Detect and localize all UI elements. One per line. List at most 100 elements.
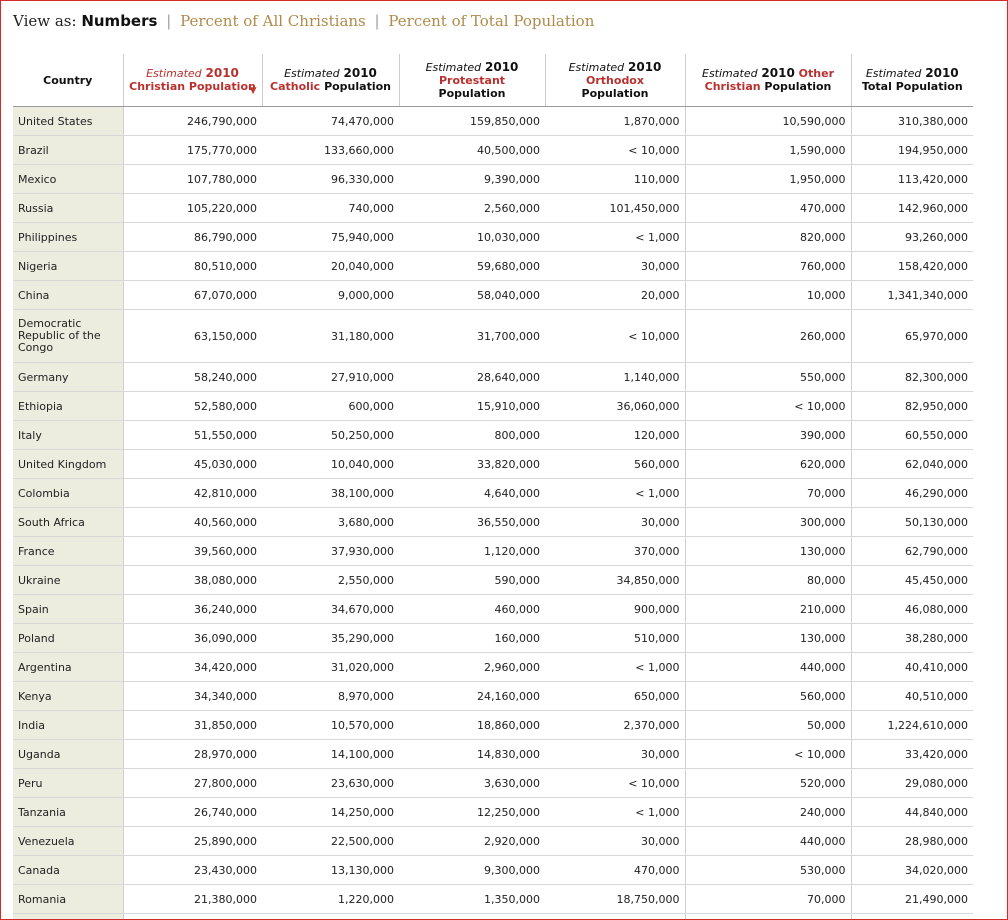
table-row: Poland 36,090,000 35,290,000 160,000 510,000… [13, 623, 973, 653]
cell-protestant: 10,030,000 [399, 222, 545, 252]
cell-catholic: 20,040,000 [262, 251, 399, 281]
cell-protestant: 160,000 [399, 623, 545, 653]
cell-country: Ukraine [13, 565, 123, 595]
cell-christian: 52,580,000 [122, 391, 262, 421]
cell-protestant: 33,820,000 [399, 449, 545, 479]
cell-christian: 31,850,000 [122, 710, 262, 740]
cell-protestant: 14,830,000 [399, 739, 545, 769]
table-row: Ethiopia 52,580,000 600,000 15,910,000 36,06… [13, 391, 973, 421]
cell-orthodox: 30,000 [545, 251, 685, 281]
cell-total: 113,420,000 [850, 164, 973, 194]
cell-orthodox: 1,870,000 [545, 106, 685, 136]
cell-total: 38,280,000 [850, 623, 973, 653]
cell-country: Peru [13, 768, 123, 798]
header-label: Country [43, 73, 93, 87]
table-row: India 31,850,000 10,570,000 18,860,000 2,370… [13, 710, 973, 740]
cell-other-christian: 70,000 [684, 478, 851, 508]
cell-country: Germany [13, 362, 123, 392]
header-name: Protestant [438, 73, 506, 87]
cell-orthodox: 30,000 [545, 507, 685, 537]
cell-other-christian: 80,000 [684, 565, 851, 595]
cell-catholic: 14,100,000 [262, 739, 399, 769]
view-separator: | [166, 12, 172, 30]
cell-catholic: 10,570,000 [262, 710, 399, 740]
cell-total: 82,950,000 [850, 391, 973, 421]
header-year: 2010 [761, 66, 795, 80]
cell-total: 60,550,000 [850, 420, 973, 450]
cell-total: 158,420,000 [850, 251, 973, 281]
table-row: Spain 36,240,000 34,670,000 460,000 900,000 2… [13, 594, 973, 624]
column-header-orthodox[interactable]: Estimated 2010 Orthodox Population [544, 54, 685, 107]
table-row: Kenya 34,340,000 8,970,000 24,160,000 650,00… [13, 681, 973, 711]
cell-total: 65,970,000 [850, 309, 973, 363]
view-option-numbers[interactable]: Numbers [81, 12, 157, 30]
cell-total: 28,980,000 [850, 826, 973, 856]
cell-catholic: 14,250,000 [262, 797, 399, 827]
cell-protestant: 3,630,000 [399, 768, 545, 798]
cell-country: United Kingdom [13, 449, 123, 479]
cell-christian: 67,070,000 [122, 280, 262, 310]
cell-orthodox: 110,000 [545, 164, 685, 194]
view-option-percent-population[interactable]: Percent of Total Population [388, 12, 594, 30]
cell-other-christian: 470,000 [684, 193, 851, 223]
cell-total: 194,950,000 [850, 135, 973, 165]
cell-other-christian: 760,000 [684, 251, 851, 281]
header-year: 2010 [343, 66, 377, 80]
table-row: Peru 27,800,000 23,630,000 3,630,000 < 10,00… [13, 768, 973, 798]
header-year: 2010 [925, 66, 959, 80]
cell-other-christian: 560,000 [684, 681, 851, 711]
column-header-protestant[interactable]: Estimated 2010 Protestant Population [398, 54, 545, 107]
cell-orthodox: < 1,000 [545, 478, 685, 508]
header-estimated: Estimated [284, 67, 340, 80]
cell-total: 82,300,000 [850, 362, 973, 392]
cell-protestant: 40,500,000 [399, 135, 545, 165]
cell-orthodox: 30,000 [545, 739, 685, 769]
cell-orthodox: 34,850,000 [545, 565, 685, 595]
cell-christian: 34,420,000 [122, 652, 262, 682]
cell-orthodox: 20,000 [545, 280, 685, 310]
cell-empty [13, 913, 123, 919]
header-name: Christian Population [129, 80, 256, 93]
cell-protestant: 460,000 [399, 594, 545, 624]
cell-orthodox: < 10,000 [545, 768, 685, 798]
cell-country: China [13, 280, 123, 310]
cell-empty [122, 913, 262, 919]
cell-orthodox: 30,000 [545, 826, 685, 856]
column-header-country[interactable]: Country [13, 54, 123, 107]
header-estimated: Estimated [146, 67, 202, 80]
cell-christian: 58,240,000 [122, 362, 262, 392]
cell-total: 62,040,000 [850, 449, 973, 479]
cell-catholic: 2,550,000 [262, 565, 399, 595]
header-year: 2010 [628, 59, 662, 74]
cell-orthodox: 560,000 [545, 449, 685, 479]
cell-country: Tanzania [13, 797, 123, 827]
column-header-christian[interactable]: Estimated 2010 Christian Population ▼ [122, 54, 262, 107]
cell-other-christian: 70,000 [684, 884, 851, 914]
table-row: Germany 58,240,000 27,910,000 28,640,000 1,1… [13, 362, 973, 392]
view-option-percent-christians[interactable]: Percent of All Christians [180, 12, 366, 30]
table-row: Uganda 28,970,000 14,100,000 14,830,000 30,0… [13, 739, 973, 769]
cell-christian: 25,890,000 [122, 826, 262, 856]
cell-christian: 38,080,000 [122, 565, 262, 595]
cell-total: 44,840,000 [850, 797, 973, 827]
cell-orthodox: < 10,000 [545, 135, 685, 165]
cell-christian: 40,560,000 [122, 507, 262, 537]
column-header-total[interactable]: Estimated 2010 Total Population [850, 54, 973, 107]
cell-total: 21,490,000 [850, 884, 973, 914]
cell-other-christian: 440,000 [684, 826, 851, 856]
cell-catholic: 31,180,000 [262, 309, 399, 363]
cell-country: Spain [13, 594, 123, 624]
table-row: Venezuela 25,890,000 22,500,000 2,920,000 30… [13, 826, 973, 856]
cell-catholic: 75,940,000 [262, 222, 399, 252]
column-header-catholic[interactable]: Estimated 2010 Catholic Population [261, 54, 399, 107]
cell-other-christian: 620,000 [684, 449, 851, 479]
cell-christian: 34,340,000 [122, 681, 262, 711]
cell-country: France [13, 536, 123, 566]
cell-empty [850, 913, 973, 919]
cell-protestant: 24,160,000 [399, 681, 545, 711]
cell-orthodox: < 1,000 [545, 222, 685, 252]
column-header-other-christian[interactable]: Estimated 2010 Other Christian Populatio… [684, 54, 851, 107]
cell-protestant: 9,300,000 [399, 855, 545, 885]
cell-catholic: 31,020,000 [262, 652, 399, 682]
header-suffix: Population [764, 80, 832, 93]
